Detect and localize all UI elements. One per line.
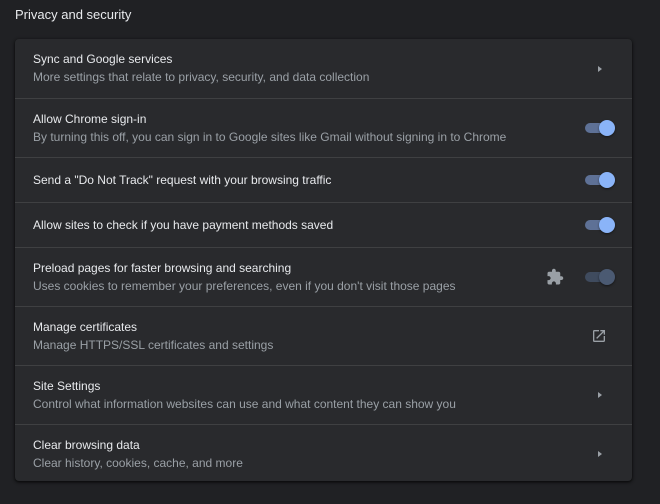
row-text: Send a "Do Not Track" request with your … bbox=[33, 173, 584, 188]
row-site-settings[interactable]: Site Settings Control what information w… bbox=[15, 365, 632, 424]
row-primary-label: Allow Chrome sign-in bbox=[33, 111, 147, 126]
privacy-security-card: Sync and Google services More settings t… bbox=[15, 39, 632, 481]
preload-pages-toggle[interactable] bbox=[585, 269, 615, 285]
subpage-arrow-button[interactable] bbox=[584, 442, 614, 466]
chevron-right-icon bbox=[598, 392, 602, 398]
row-preload-pages: Preload pages for faster browsing and se… bbox=[15, 247, 632, 306]
row-manage-certificates[interactable]: Manage certificates Manage HTTPS/SSL cer… bbox=[15, 306, 632, 365]
row-primary-label: Allow sites to check if you have payment… bbox=[33, 217, 334, 232]
row-secondary-label: Clear history, cookies, cache, and more bbox=[33, 455, 243, 470]
row-text: Site Settings Control what information w… bbox=[33, 379, 584, 412]
toggle-knob bbox=[599, 217, 615, 233]
do-not-track-toggle[interactable] bbox=[585, 172, 615, 188]
toggle-container bbox=[584, 168, 615, 192]
row-text: Manage certificates Manage HTTPS/SSL cer… bbox=[33, 320, 584, 353]
row-clear-browsing-data[interactable]: Clear browsing data Clear history, cooki… bbox=[15, 424, 632, 483]
chevron-right-icon bbox=[598, 451, 602, 457]
row-secondary-label: Uses cookies to remember your preference… bbox=[33, 278, 456, 293]
toggle-knob bbox=[599, 269, 615, 285]
row-text: Preload pages for faster browsing and se… bbox=[33, 261, 540, 294]
external-link-button[interactable] bbox=[584, 324, 614, 348]
toggle-knob bbox=[599, 120, 615, 136]
extension-puzzle-icon[interactable] bbox=[540, 265, 570, 289]
row-primary-label: Sync and Google services bbox=[33, 52, 173, 66]
row-primary-label: Site Settings bbox=[33, 378, 101, 393]
allow-signin-toggle[interactable] bbox=[585, 120, 615, 136]
row-text: Allow sites to check if you have payment… bbox=[33, 218, 584, 233]
toggle-container bbox=[584, 213, 615, 237]
row-do-not-track: Send a "Do Not Track" request with your … bbox=[15, 157, 632, 202]
row-primary-label: Send a "Do Not Track" request with your … bbox=[33, 172, 332, 187]
row-secondary-label: More settings that relate to privacy, se… bbox=[33, 70, 370, 84]
subpage-arrow-button[interactable] bbox=[584, 57, 614, 81]
toggle-container bbox=[584, 116, 615, 140]
chevron-right-icon bbox=[598, 65, 602, 72]
row-primary-label: Clear browsing data bbox=[33, 437, 140, 452]
row-payment-methods: Allow sites to check if you have payment… bbox=[15, 202, 632, 247]
row-text: Sync and Google services More settings t… bbox=[33, 52, 584, 85]
section-title: Privacy and security bbox=[15, 7, 132, 22]
settings-page: Privacy and security Sync and Google ser… bbox=[0, 0, 660, 504]
row-secondary-label: By turning this off, you can sign in to … bbox=[33, 129, 507, 144]
external-link-icon bbox=[593, 330, 605, 342]
row-text: Clear browsing data Clear history, cooki… bbox=[33, 438, 584, 471]
row-secondary-label: Manage HTTPS/SSL certificates and settin… bbox=[33, 337, 274, 352]
toggle-container bbox=[584, 265, 615, 289]
row-text: Allow Chrome sign-in By turning this off… bbox=[33, 112, 584, 145]
payment-methods-toggle[interactable] bbox=[585, 217, 615, 233]
row-allow-chrome-signin: Allow Chrome sign-in By turning this off… bbox=[15, 98, 632, 157]
row-primary-label: Preload pages for faster browsing and se… bbox=[33, 260, 292, 275]
row-secondary-label: Control what information websites can us… bbox=[33, 396, 456, 411]
toggle-knob bbox=[599, 172, 615, 188]
row-sync-google-services[interactable]: Sync and Google services More settings t… bbox=[15, 39, 632, 98]
subpage-arrow-button[interactable] bbox=[584, 383, 614, 407]
row-primary-label: Manage certificates bbox=[33, 319, 138, 334]
